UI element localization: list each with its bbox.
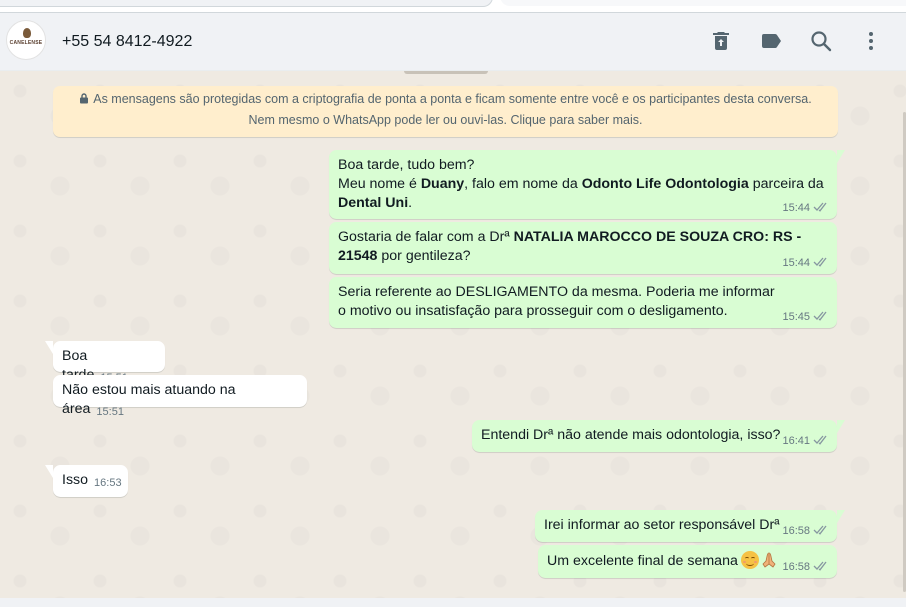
double-check-icon (813, 256, 829, 267)
message-text: Gostaria de falar com a Drª NATALIA MARO… (338, 229, 802, 264)
outgoing-message[interactable]: Um excelente final de semana 16:58 (538, 545, 837, 578)
menu-icon[interactable] (859, 29, 883, 53)
encryption-notice[interactable]: As mensagens são protegidas com a cripto… (53, 86, 838, 137)
double-check-icon (813, 310, 829, 321)
message-text: Boa tarde, tudo bem? Meu nome é Duany, f… (338, 157, 824, 211)
message-meta: 16:58 (782, 560, 829, 574)
message-meta: 15:45 (782, 310, 829, 324)
contact-name[interactable]: +55 54 8412-4922 (62, 33, 192, 51)
message-time: 15:44 (782, 202, 810, 214)
message-time: 16:58 (782, 525, 810, 537)
incoming-message[interactable]: Isso 16:53 (45, 465, 128, 497)
message-meta: 16:58 (782, 524, 829, 538)
chat-header[interactable]: CANELENSE +55 54 8412-4922 (0, 13, 906, 71)
message-meta: 16:41 (782, 434, 829, 448)
window-top-strip (0, 0, 906, 13)
smiling-face-emoji-icon (740, 551, 759, 569)
message-time: 16:58 (782, 561, 810, 573)
message-time: 16:53 (94, 477, 122, 489)
incoming-message[interactable]: Boa tarde15:51 (45, 341, 165, 384)
search-icon[interactable] (809, 29, 833, 53)
outgoing-message[interactable]: Irei informar ao setor responsável Drª 1… (535, 510, 845, 542)
lock-icon (79, 90, 89, 110)
message-time: 15:44 (782, 257, 810, 269)
message-list[interactable]: As mensagens são protegidas com a cripto… (0, 71, 906, 598)
message-time: 16:41 (782, 435, 810, 447)
message-text: Entendi Drª não atende mais odontologia,… (481, 427, 781, 443)
message-time: 15:45 (782, 311, 810, 323)
message-text: Isso (62, 472, 89, 488)
message-text: Seria referente ao DESLIGAMENTO da mesma… (338, 284, 775, 319)
message-text: Um excelente final de semana (547, 553, 738, 569)
message-time: 15:51 (96, 406, 124, 418)
top-tab-edge-right (500, 0, 906, 6)
message-text: Irei informar ao setor responsável Drª (544, 517, 780, 533)
avatar-brand: CANELENSE (9, 40, 43, 46)
encryption-notice-text: As mensagens são protegidas com a cripto… (93, 92, 812, 127)
top-tab-edge (0, 0, 493, 7)
double-check-icon (813, 524, 829, 535)
double-check-icon (813, 201, 829, 212)
double-check-icon (813, 560, 829, 571)
avatar[interactable]: CANELENSE (6, 20, 46, 60)
outgoing-message[interactable]: Seria referente ao DESLIGAMENTO da mesma… (329, 277, 837, 328)
outgoing-message[interactable]: Entendi Drª não atende mais odontologia,… (472, 420, 845, 452)
message-meta: 15:44 (782, 201, 829, 215)
outgoing-message[interactable]: Gostaria de falar com a Drª NATALIA MARO… (329, 222, 837, 274)
outgoing-message[interactable]: Boa tarde, tudo bem? Meu nome é Duany, f… (329, 150, 845, 219)
label-icon[interactable] (759, 29, 783, 53)
delete-icon[interactable] (709, 29, 733, 53)
scroll-indicator (404, 71, 488, 74)
folded-hands-emoji-icon (760, 551, 778, 569)
incoming-message[interactable]: Não estou mais atuando na área 15:51 (53, 375, 307, 418)
message-text: Não estou mais atuando na área (62, 382, 236, 417)
message-meta: 15:44 (782, 256, 829, 270)
composer-bar-edge (0, 598, 906, 607)
double-check-icon (813, 434, 829, 445)
avatar-logo-mark (23, 28, 31, 38)
